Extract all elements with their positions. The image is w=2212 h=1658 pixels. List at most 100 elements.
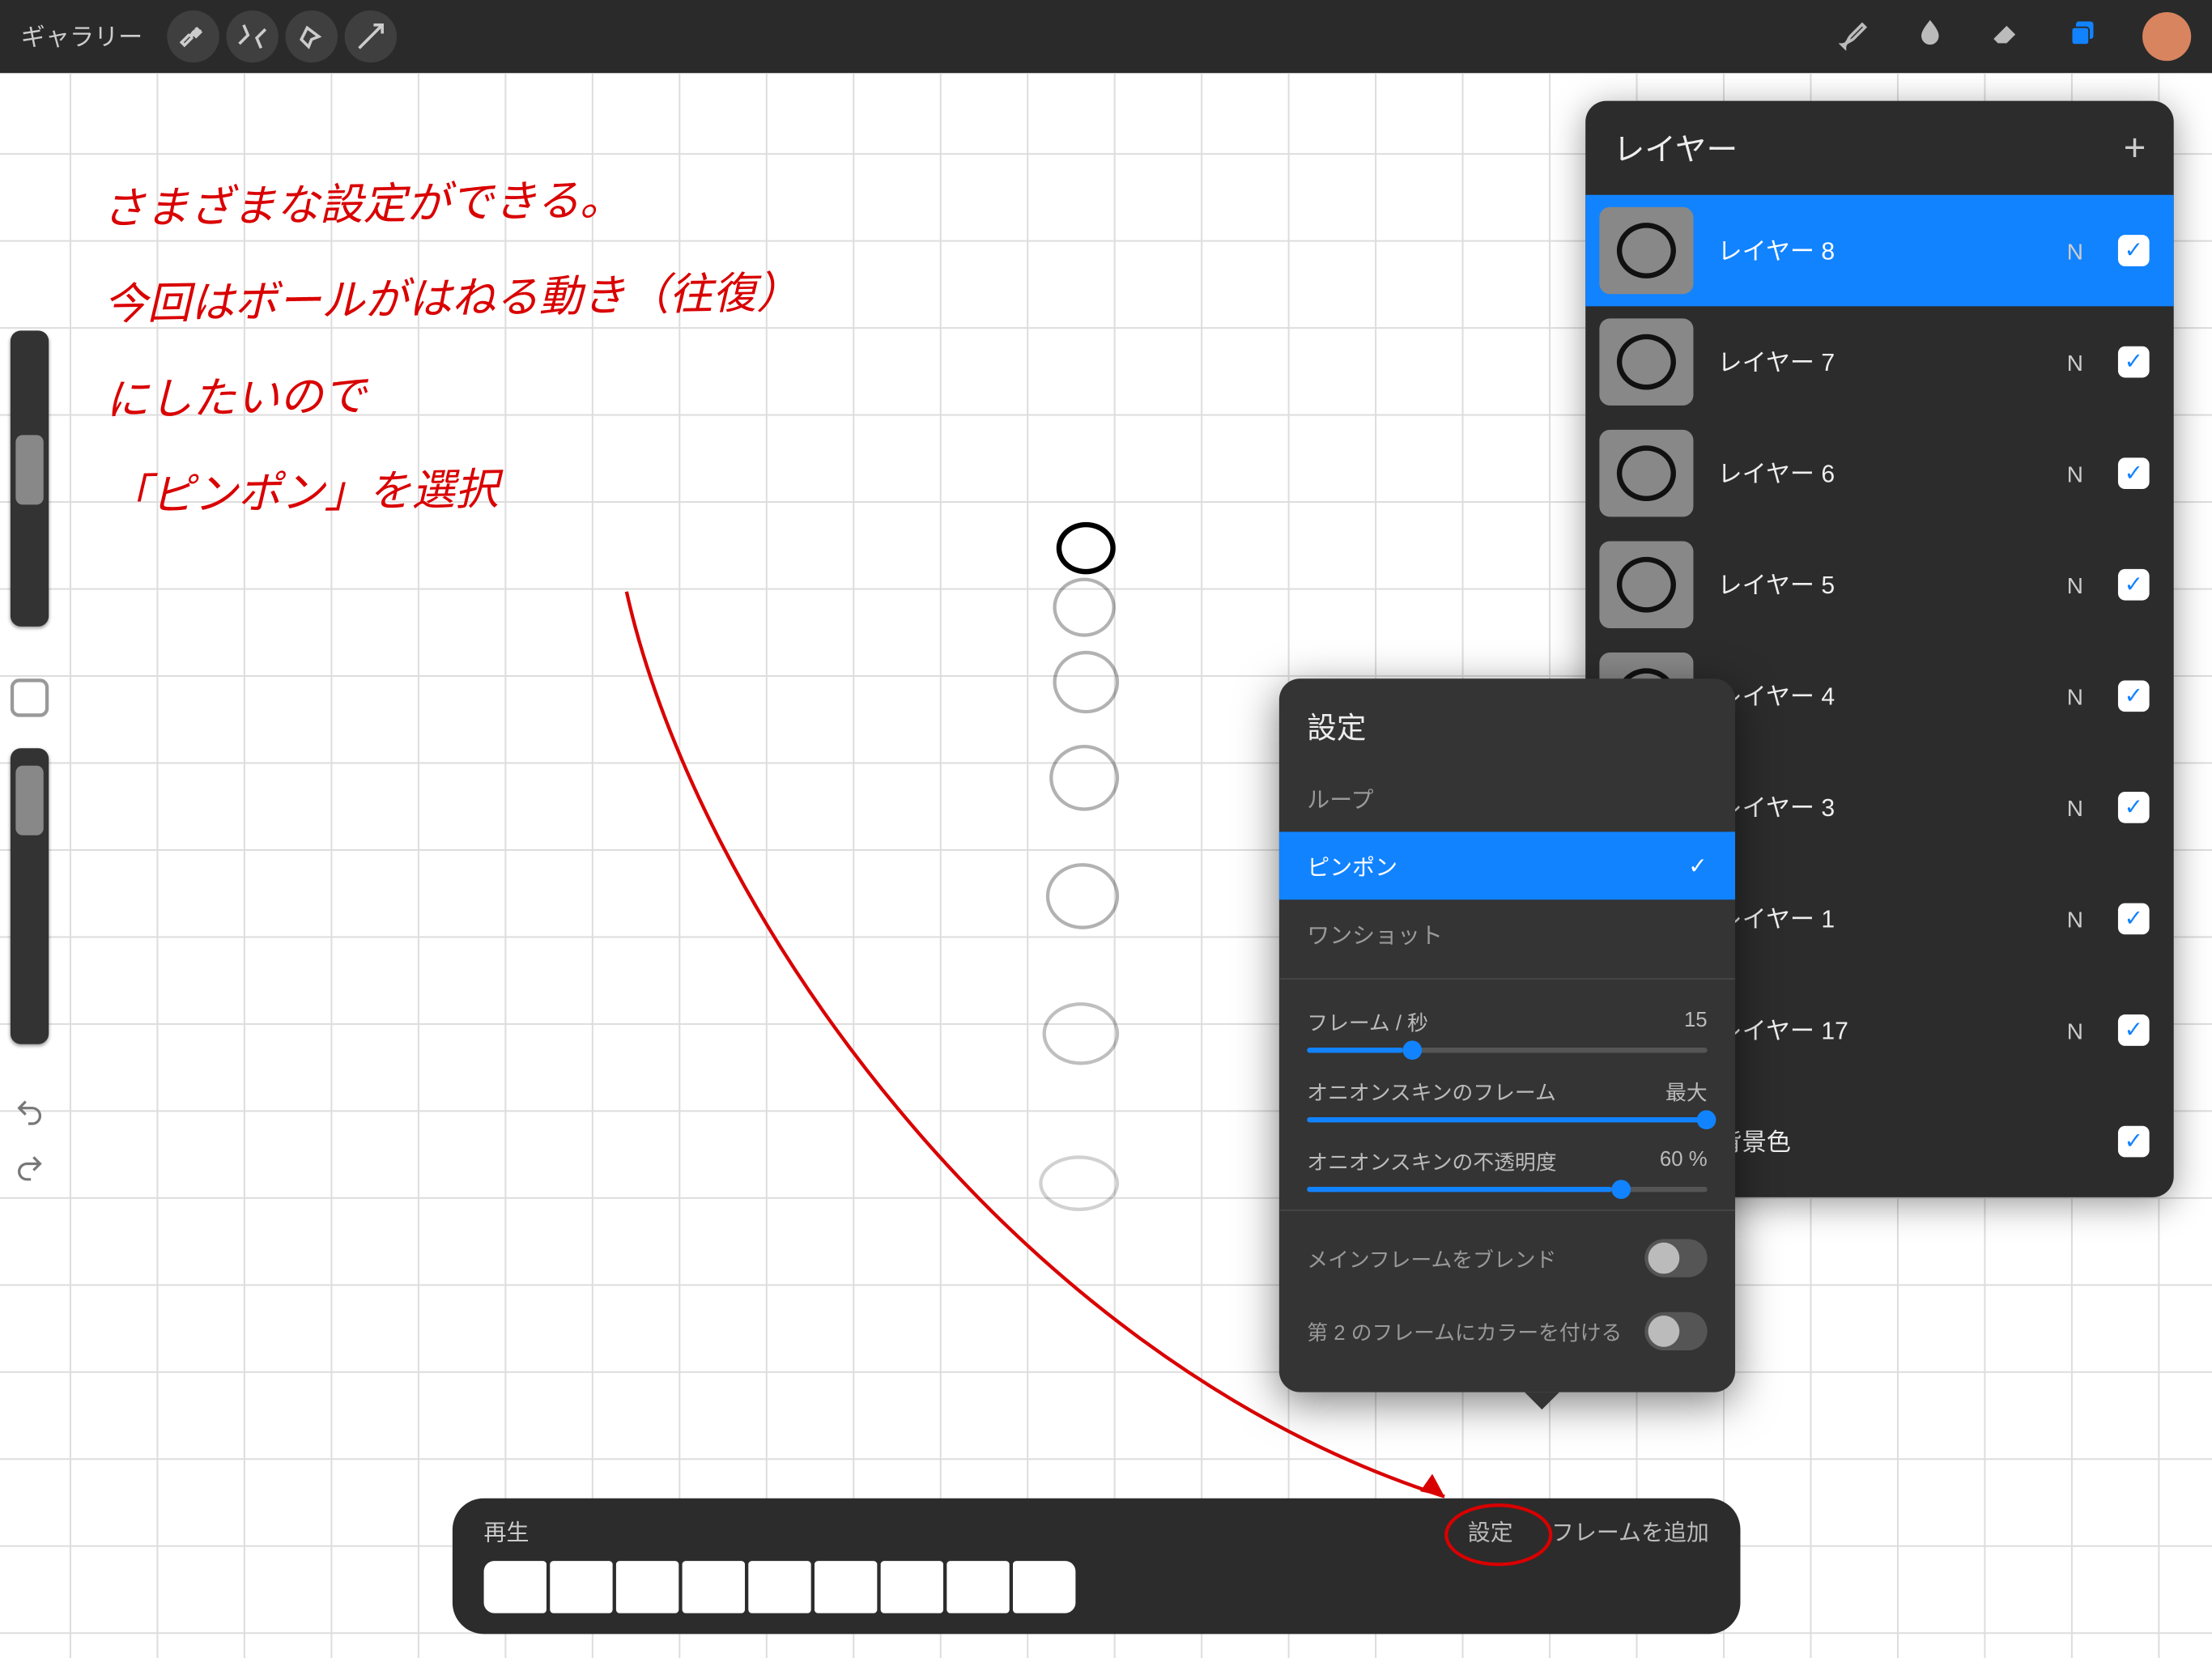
pingpong-option[interactable]: ピンポン ✓ <box>1279 831 1735 899</box>
frame-thumb[interactable] <box>1013 1561 1075 1613</box>
fps-label: フレーム / 秒 <box>1307 1008 1428 1038</box>
layer-thumbnail <box>1599 318 1693 405</box>
layer-name: レイヤー 4 <box>1718 678 2043 713</box>
frame-thumb[interactable] <box>484 1561 547 1613</box>
annotation-line: 今回はボールがはねる動き（往復） <box>103 246 801 354</box>
layer-name: レイヤー 1 <box>1718 901 2043 936</box>
layer-row[interactable]: レイヤー 7 N ✓ <box>1585 306 2174 418</box>
timeline-settings-button[interactable]: 設定 <box>1468 1513 1513 1546</box>
toolbar-left-group: ギャラリー <box>21 11 397 62</box>
animation-settings-popover: 設定 ループ ピンポン ✓ ワンショット フレーム / 秒 15 オニオンスキン… <box>1279 678 1735 1392</box>
layer-blend-mode[interactable]: N <box>2067 461 2083 487</box>
layer-blend-mode[interactable]: N <box>2067 349 2083 375</box>
layer-row[interactable]: レイヤー 8 N ✓ <box>1585 195 2174 307</box>
top-toolbar: ギャラリー <box>0 0 2212 73</box>
layer-name: レイヤー 5 <box>1718 568 2043 602</box>
layer-visibility-checkbox[interactable]: ✓ <box>2118 235 2150 266</box>
layer-visibility-checkbox[interactable]: ✓ <box>2118 680 2150 712</box>
fps-slider[interactable] <box>1307 1048 1707 1052</box>
layer-blend-mode[interactable]: N <box>2067 683 2083 709</box>
layers-panel-header: レイヤー + <box>1585 101 2174 195</box>
selection-icon[interactable] <box>286 11 338 62</box>
color-secondary-toggle[interactable] <box>1644 1312 1707 1350</box>
layers-icon[interactable] <box>2065 15 2100 58</box>
play-button[interactable]: 再生 <box>484 1513 530 1546</box>
gallery-button[interactable]: ギャラリー <box>21 19 143 54</box>
frame-thumb[interactable] <box>815 1561 877 1613</box>
frame-thumb[interactable] <box>748 1561 810 1613</box>
layer-blend-mode[interactable]: N <box>2067 237 2083 263</box>
redo-icon[interactable] <box>14 1152 45 1192</box>
layer-thumbnail <box>1599 541 1693 627</box>
onion-opacity-value: 60 % <box>1660 1147 1708 1177</box>
onion-opacity-label: オニオンスキンの不透明度 <box>1307 1147 1556 1177</box>
layer-name: レイヤー 7 <box>1718 345 2043 380</box>
layer-row[interactable]: レイヤー 5 N ✓ <box>1585 529 2174 640</box>
eraser-icon[interactable] <box>1989 15 2024 58</box>
layer-visibility-checkbox[interactable]: ✓ <box>2118 1014 2150 1046</box>
layer-visibility-checkbox[interactable]: ✓ <box>2118 569 2150 601</box>
fps-value: 15 <box>1684 1008 1708 1038</box>
modify-button[interactable] <box>11 678 49 716</box>
timeline-frames[interactable] <box>453 1561 1741 1630</box>
color-secondary-label: 第 2 のフレームにカラーを付ける <box>1307 1316 1622 1346</box>
layer-thumbnail <box>1599 430 1693 517</box>
handwritten-annotation: さまざまな設定ができる。 今回はボールがはねる動き（往復） にしたいので 「ピン… <box>101 151 804 546</box>
brush-size-slider[interactable] <box>11 330 49 626</box>
layer-visibility-checkbox[interactable]: ✓ <box>2118 1126 2150 1158</box>
onion-frames-value: 最大 <box>1665 1078 1708 1107</box>
frame-thumb[interactable] <box>881 1561 943 1613</box>
blend-main-toggle[interactable] <box>1644 1239 1707 1277</box>
settings-title: 設定 <box>1279 678 1735 763</box>
layer-blend-mode[interactable]: N <box>2067 906 2083 932</box>
smudge-icon[interactable] <box>1912 15 1947 58</box>
add-layer-icon[interactable]: + <box>2124 125 2146 171</box>
layer-name: レイヤー 6 <box>1718 456 2043 491</box>
pingpong-label: ピンポン <box>1307 849 1397 882</box>
onion-frames-label: オニオンスキンのフレーム <box>1307 1078 1555 1107</box>
onion-frames-slider[interactable] <box>1307 1117 1707 1122</box>
layer-visibility-checkbox[interactable]: ✓ <box>2118 457 2150 489</box>
adjust-icon[interactable] <box>226 11 278 62</box>
brush-opacity-slider[interactable] <box>11 748 49 1044</box>
annotation-line: 「ピンポン」を選択 <box>106 438 804 546</box>
frame-thumb[interactable] <box>683 1561 745 1613</box>
layer-name: レイヤー 17 <box>1718 1013 2043 1048</box>
timeline-controls: 再生 設定 フレームを追加 <box>453 1499 1741 1561</box>
layer-blend-mode[interactable]: N <box>2067 572 2083 597</box>
blend-main-toggle-row: メインフレームをブレンド <box>1279 1222 1735 1295</box>
frame-thumb[interactable] <box>946 1561 1009 1613</box>
annotation-line: さまざまな設定ができる。 <box>101 151 799 258</box>
brush-icon[interactable] <box>1836 15 1871 58</box>
layers-panel-title: レイヤー <box>1614 125 1738 171</box>
add-frame-button[interactable]: フレームを追加 <box>1551 1513 1709 1546</box>
onion-opacity-slider-row: オニオンスキンの不透明度 60 % <box>1279 1129 1735 1199</box>
layer-thumbnail <box>1599 207 1693 294</box>
color-secondary-toggle-row: 第 2 のフレームにカラーを付ける <box>1279 1295 1735 1367</box>
layer-blend-mode[interactable]: N <box>2067 794 2083 820</box>
onion-frames-slider-row: オニオンスキンのフレーム 最大 <box>1279 1060 1735 1129</box>
toolbar-right-group <box>1836 12 2191 61</box>
oneshot-option[interactable]: ワンショット <box>1279 899 1735 967</box>
fps-slider-row: フレーム / 秒 15 <box>1279 990 1735 1060</box>
undo-icon[interactable] <box>14 1096 45 1136</box>
layer-visibility-checkbox[interactable]: ✓ <box>2118 346 2150 378</box>
layer-visibility-checkbox[interactable]: ✓ <box>2118 903 2150 935</box>
wrench-icon[interactable] <box>167 11 219 62</box>
canvas-drawing <box>1053 522 1119 1211</box>
layer-blend-mode[interactable]: N <box>2067 1017 2083 1043</box>
layer-name: レイヤー 8 <box>1718 233 2043 268</box>
blend-main-label: メインフレームをブレンド <box>1307 1244 1556 1273</box>
layer-visibility-checkbox[interactable]: ✓ <box>2118 792 2150 823</box>
layer-name: 背景色 <box>1718 1124 2094 1159</box>
color-swatch[interactable] <box>2142 12 2191 61</box>
layer-row[interactable]: レイヤー 6 N ✓ <box>1585 418 2174 529</box>
annotation-line: にしたいので <box>104 342 802 449</box>
checkmark-icon: ✓ <box>1688 852 1707 879</box>
transform-icon[interactable] <box>345 11 397 62</box>
animation-timeline: 再生 設定 フレームを追加 <box>453 1499 1741 1635</box>
frame-thumb[interactable] <box>550 1561 612 1613</box>
onion-opacity-slider[interactable] <box>1307 1187 1707 1192</box>
loop-option[interactable]: ループ <box>1279 764 1735 832</box>
frame-thumb[interactable] <box>616 1561 678 1613</box>
